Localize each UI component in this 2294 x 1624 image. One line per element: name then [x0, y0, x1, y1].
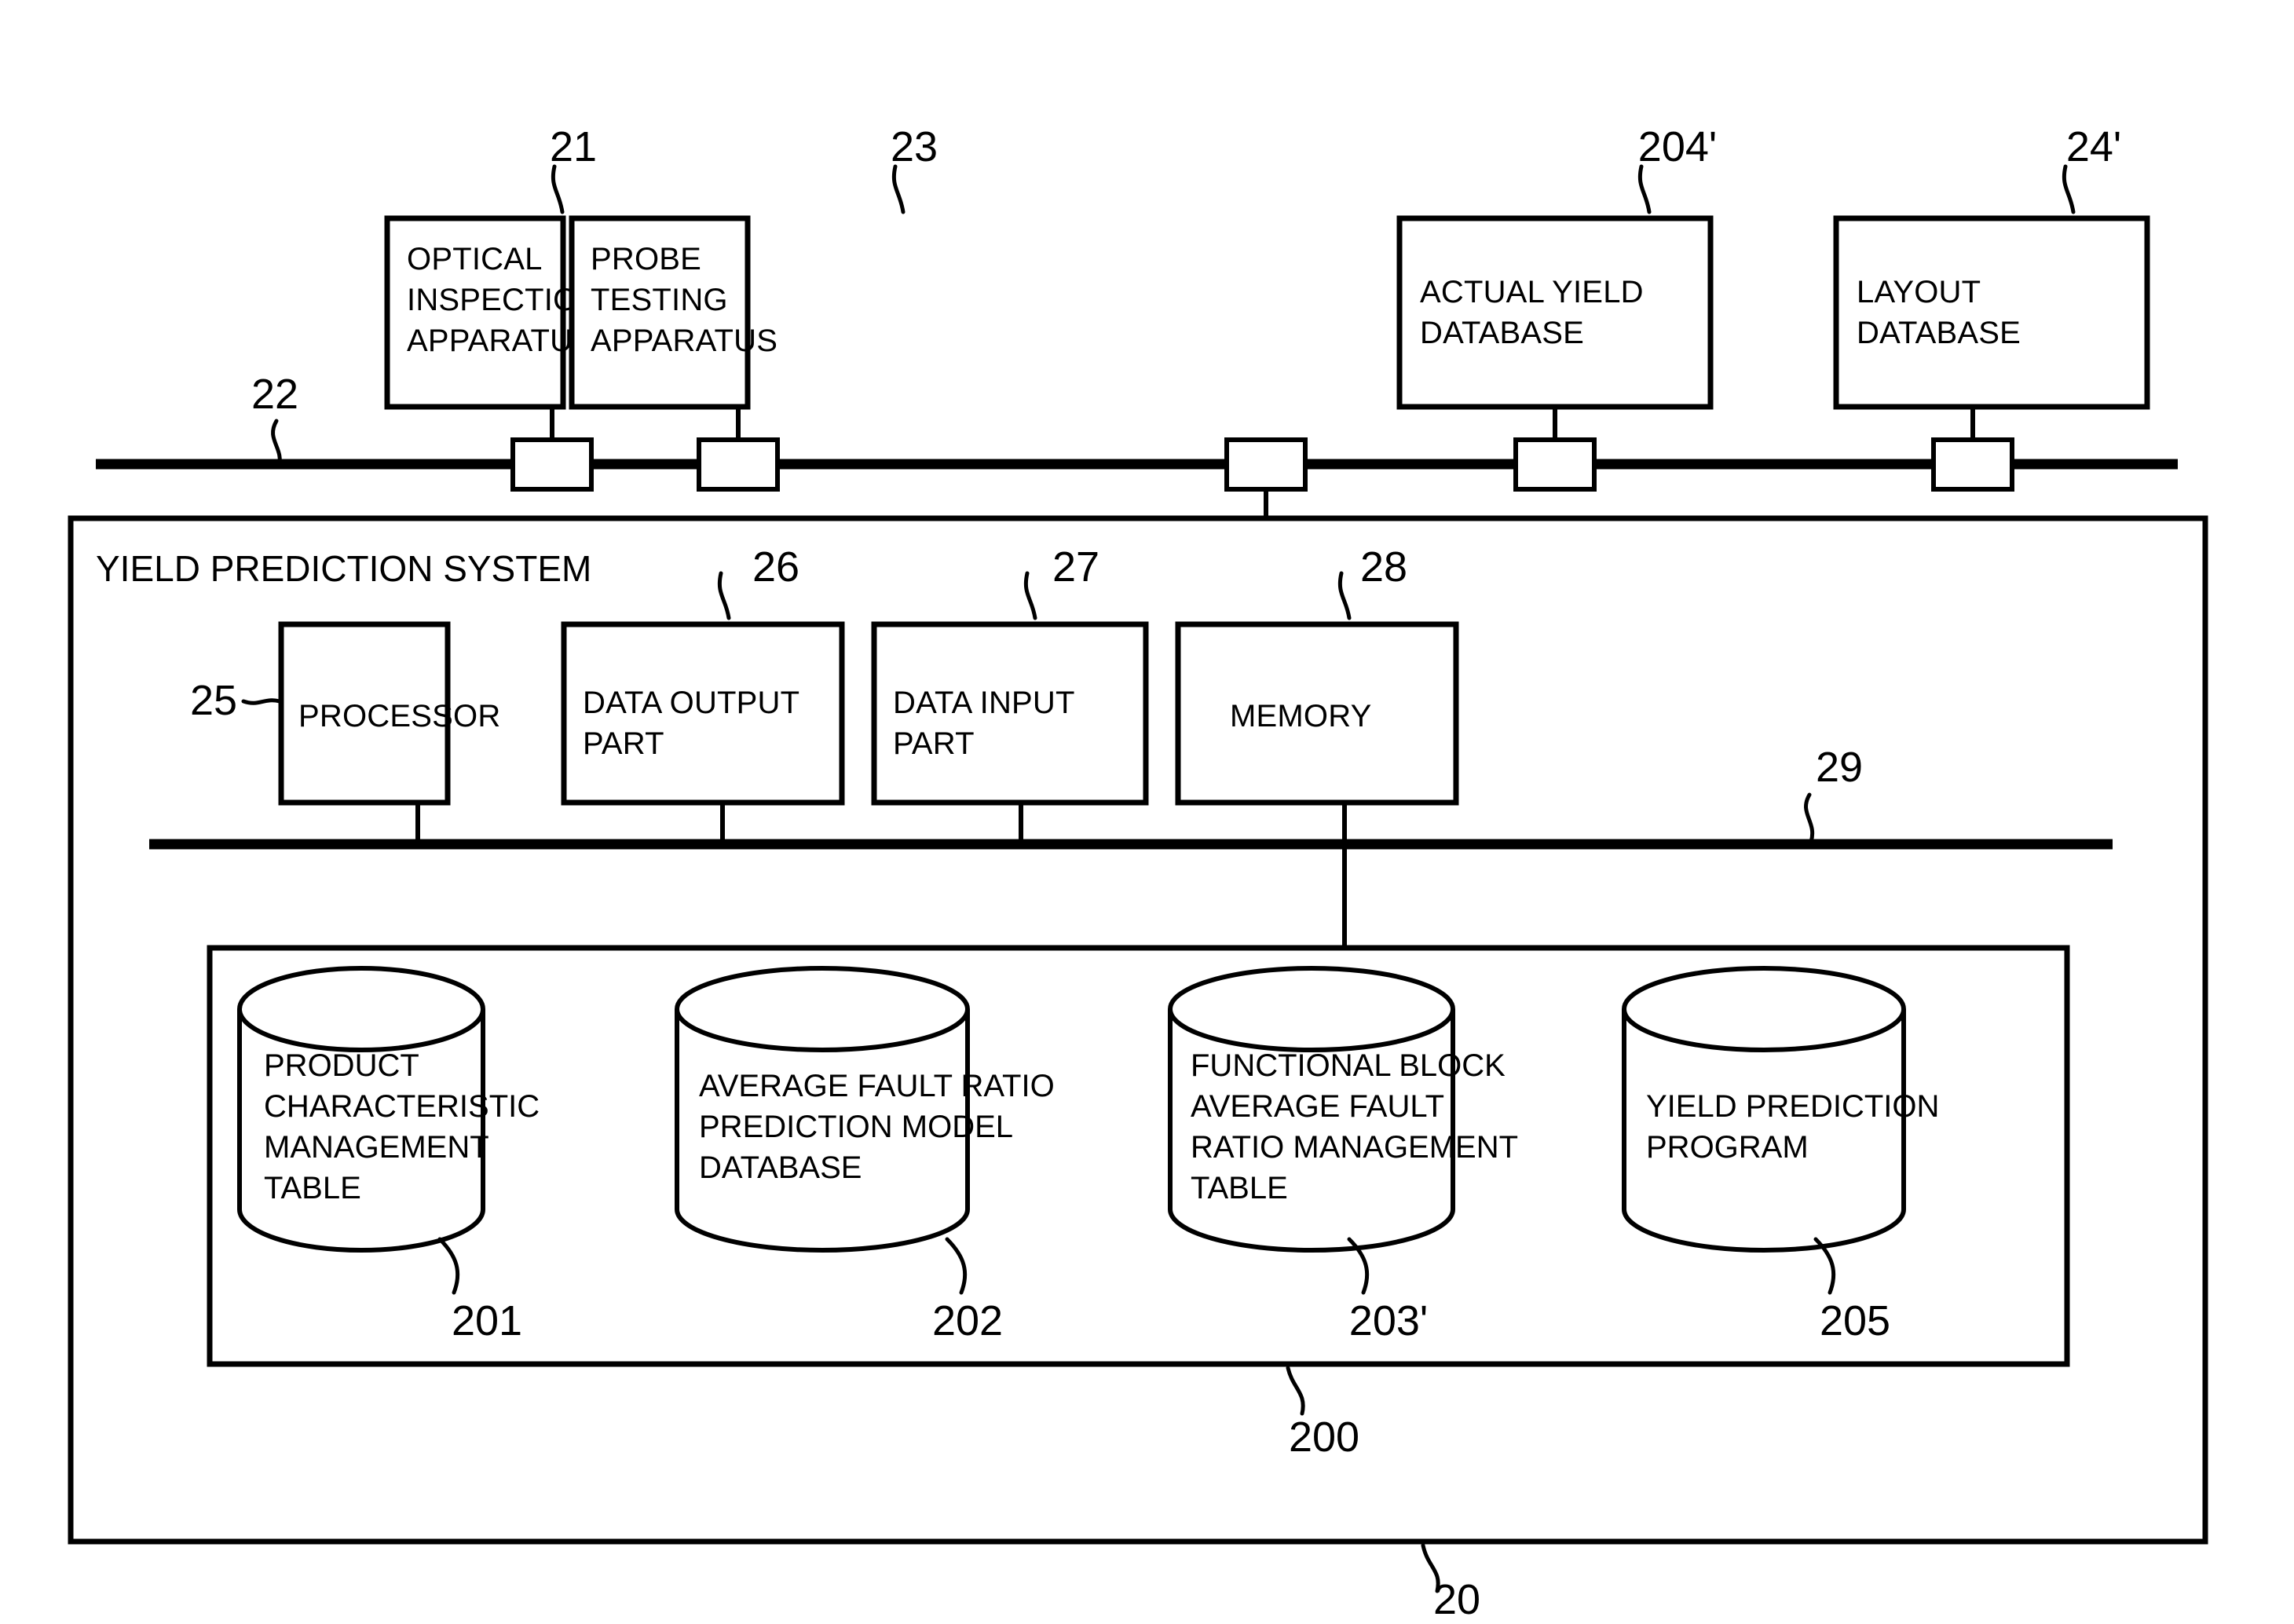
storage-label-line2: CHARACTERISTIC: [264, 1089, 540, 1124]
ref-number-25: 25: [190, 677, 237, 724]
ref-number-21: 21: [550, 123, 597, 170]
unit-label-line2: DATABASE: [1420, 316, 1584, 350]
ref-number-29: 29: [1816, 744, 1863, 791]
ref-number-28: 28: [1360, 543, 1407, 591]
system-unit-label: PROCESSOR: [298, 699, 500, 733]
storage-label-line4: TABLE: [264, 1171, 361, 1205]
system-unit-label-line2: PART: [893, 726, 975, 761]
storage-label-line2: PREDICTION MODEL: [699, 1110, 1013, 1144]
ref-number-202: 202: [932, 1297, 1003, 1344]
ref-number-26: 26: [752, 543, 799, 591]
ref-number-23: 23: [891, 123, 938, 170]
storage-label-line2: AVERAGE FAULT: [1191, 1089, 1444, 1124]
unit-label-line3: APPARATUS: [591, 324, 777, 358]
unit-actual-yield-database: ACTUAL YIELD DATABASE 204': [1396, 123, 1717, 440]
storage-label-line1: PRODUCT: [264, 1048, 419, 1083]
unit-optical-inspection-apparatus: OPTICAL INSPECTION APPARATUS 21: [384, 123, 600, 440]
storage-label-line4: TABLE: [1191, 1171, 1288, 1205]
unit-label-line1: OPTICAL: [407, 242, 543, 276]
ref-number-205: 205: [1820, 1297, 1890, 1344]
storage-label-line3: DATABASE: [699, 1150, 862, 1185]
ref-number-27: 27: [1052, 543, 1099, 591]
bus-connector-system: [1224, 437, 1308, 518]
unit-label-line1: LAYOUT: [1857, 275, 1981, 309]
ref-number-200: 200: [1289, 1414, 1359, 1461]
system-unit-label-line1: DATA INPUT: [893, 686, 1075, 720]
unit-label-line1: ACTUAL YIELD: [1420, 275, 1644, 309]
bus-connector-actual-yield: [1513, 437, 1597, 492]
bus-connector-probe: [697, 437, 780, 492]
storage-label-line1: AVERAGE FAULT RATIO: [699, 1069, 1055, 1103]
unit-probe-testing-apparatus: PROBE TESTING APPARATUS 23: [569, 123, 938, 440]
system-title: YIELD PREDICTION SYSTEM: [96, 548, 591, 589]
ref-number-204-prime: 204': [1638, 123, 1717, 170]
storage-label-line2: PROGRAM: [1646, 1130, 1809, 1165]
ref-number-22: 22: [251, 371, 298, 418]
unit-label-line2: DATABASE: [1857, 316, 2021, 350]
unit-layout-database: LAYOUT DATABASE 24': [1833, 123, 2150, 440]
ref-number-24-prime: 24': [2066, 123, 2121, 170]
bus-connector-layout: [1931, 437, 2014, 492]
ref-number-203-prime: 203': [1349, 1297, 1428, 1344]
storage-label-line1: YIELD PREDICTION: [1646, 1089, 1939, 1124]
unit-label-line1: PROBE: [591, 242, 701, 276]
system-unit-label-line2: PART: [583, 726, 664, 761]
unit-label-line2: TESTING: [591, 283, 728, 317]
ref-number-201: 201: [452, 1297, 522, 1344]
storage-label-line3: RATIO MANAGEMENT: [1191, 1130, 1518, 1165]
system-unit-label-line1: DATA OUTPUT: [583, 686, 799, 720]
system-unit-label: MEMORY: [1230, 699, 1371, 733]
storage-label-line3: MANAGEMENT: [264, 1130, 489, 1165]
storage-label-line1: FUNCTIONAL BLOCK: [1191, 1048, 1506, 1083]
bus-connector-optical: [510, 437, 594, 492]
patent-figure: OPTICAL INSPECTION APPARATUS 21 PROBE TE…: [0, 0, 2294, 1624]
ref-number-20: 20: [1433, 1576, 1480, 1623]
unit-label-line3: APPARATUS: [407, 324, 594, 358]
